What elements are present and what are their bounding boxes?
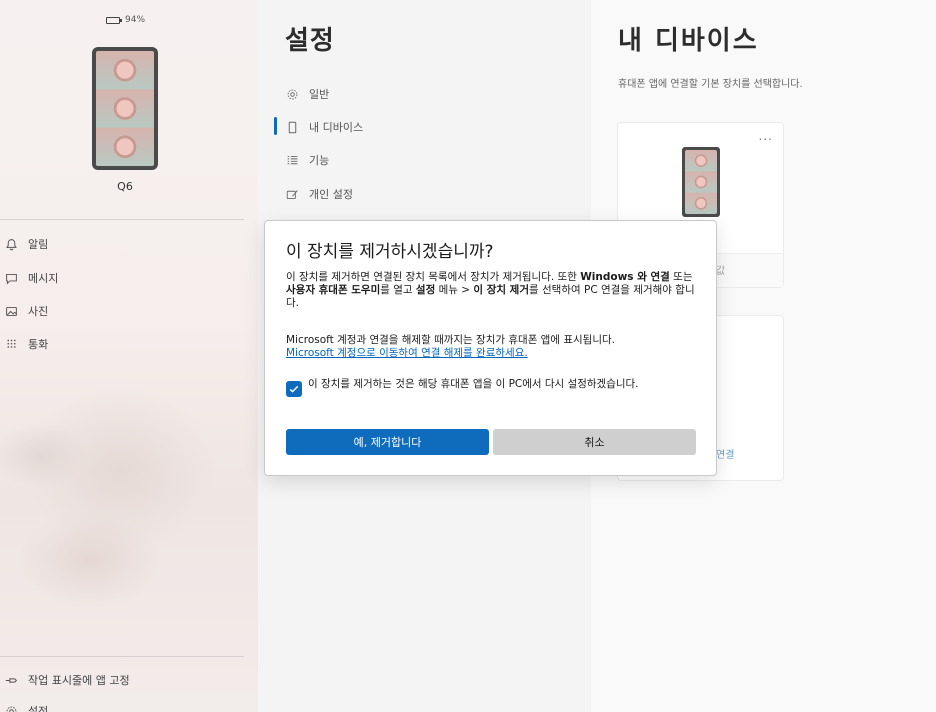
photo-icon: [4, 304, 18, 318]
phone-wallpaper: [685, 150, 717, 214]
battery-status: 94%: [106, 15, 145, 25]
menu-personalization[interactable]: 개인 설정: [285, 186, 353, 202]
text-run: 이 장치를 제거하면 연결된 장치 목록에서 장치가 제거됩니다. 또한: [286, 271, 581, 283]
phone-wallpaper: [96, 51, 154, 166]
pin-label: 작업 표시줄에 앱 고정: [28, 674, 130, 687]
more-options-button[interactable]: ...: [759, 129, 773, 143]
page-title: 설정: [285, 26, 335, 56]
nav-settings[interactable]: 설정: [4, 703, 48, 712]
menu-my-devices[interactable]: 내 디바이스: [285, 119, 363, 135]
text-run: 메뉴 >: [435, 284, 474, 296]
remove-device-dialog: 이 장치를 제거하시겠습니까? 이 장치를 제거하면 연결된 장치 목록에서 장…: [264, 220, 717, 476]
confirm-checkbox-row[interactable]: 이 장치를 제거하는 것은 해당 휴대폰 앱을 이 PC에서 다시 설정하겠습니…: [286, 378, 700, 397]
device-name: Q6: [117, 180, 133, 193]
divider: [0, 219, 244, 220]
text-emphasis: 설정: [415, 284, 436, 296]
text-run: 또는: [669, 271, 693, 283]
nav-label: 설정: [28, 705, 49, 712]
battery-percent: 94%: [125, 15, 146, 25]
section-title: 내 디바이스: [618, 26, 759, 56]
menu-features[interactable]: 기능: [285, 152, 329, 168]
nav-calls[interactable]: 통화: [4, 336, 48, 352]
phone-image: [92, 47, 158, 170]
menu-label: 일반: [309, 88, 330, 101]
divider: [0, 656, 244, 657]
text-emphasis: Windows 와 연결: [580, 271, 670, 283]
menu-label: 개인 설정: [309, 188, 353, 201]
section-description: 휴대폰 앱에 연결할 기본 장치를 선택합니다.: [618, 79, 803, 90]
text-emphasis: 이 장치 제거: [473, 284, 530, 296]
gear-icon: [285, 87, 299, 101]
menu-label: 기능: [309, 154, 330, 167]
checkbox-label: 이 장치를 제거하는 것은 해당 휴대폰 앱을 이 PC에서 다시 설정하겠습니…: [308, 378, 639, 390]
pin-to-taskbar[interactable]: 작업 표시줄에 앱 고정: [4, 672, 130, 688]
nav-label: 메시지: [28, 272, 59, 285]
microsoft-account-link[interactable]: Microsoft 계정으로 이동하여 연결 해제를 완료하세요.: [286, 347, 528, 359]
battery-icon: [106, 16, 122, 24]
menu-general[interactable]: 일반: [285, 86, 329, 102]
note-text: Microsoft 계정과 연결을 해제할 때까지는 장치가 휴대폰 앱에 표시…: [286, 334, 615, 346]
nav-messages[interactable]: 메시지: [4, 270, 58, 286]
nav-label: 알림: [28, 238, 49, 251]
confirm-checkbox[interactable]: [286, 381, 302, 397]
nav-photos[interactable]: 사진: [4, 303, 48, 319]
dialpad-icon: [4, 337, 18, 351]
dialog-note: Microsoft 계정과 연결을 해제할 때까지는 장치가 휴대폰 앱에 표시…: [286, 334, 700, 360]
chat-icon: [4, 271, 18, 285]
cancel-button[interactable]: 취소: [493, 429, 696, 455]
left-pane: 94% Q6 알림 메시지 사진 통화 작업 표시줄에 앱 고정 설정: [0, 0, 258, 712]
nav-notifications[interactable]: 알림: [4, 236, 48, 252]
list-icon: [285, 153, 299, 167]
card-link-text[interactable]: 연결: [716, 446, 734, 461]
nav-label: 사진: [28, 305, 49, 318]
gear-icon: [4, 704, 18, 712]
phone-icon: [285, 120, 299, 134]
dialog-title: 이 장치를 제거하시겠습니까?: [286, 242, 494, 262]
text-run: 를 열고: [380, 284, 416, 296]
card-footer-text: 값: [716, 266, 726, 277]
menu-label: 내 디바이스: [309, 121, 364, 134]
active-indicator: [274, 117, 277, 135]
bell-icon: [4, 237, 18, 251]
dialog-description: 이 장치를 제거하면 연결된 장치 목록에서 장치가 제거됩니다. 또한 Win…: [286, 271, 700, 310]
nav-label: 통화: [28, 338, 49, 351]
phone-thumbnail: [682, 147, 720, 217]
pin-icon: [4, 673, 18, 687]
checkmark-icon: [289, 385, 299, 393]
confirm-remove-button[interactable]: 예, 제거합니다: [286, 429, 489, 455]
brush-icon: [285, 187, 299, 201]
text-emphasis: 사용자 휴대폰 도우미: [286, 284, 381, 296]
